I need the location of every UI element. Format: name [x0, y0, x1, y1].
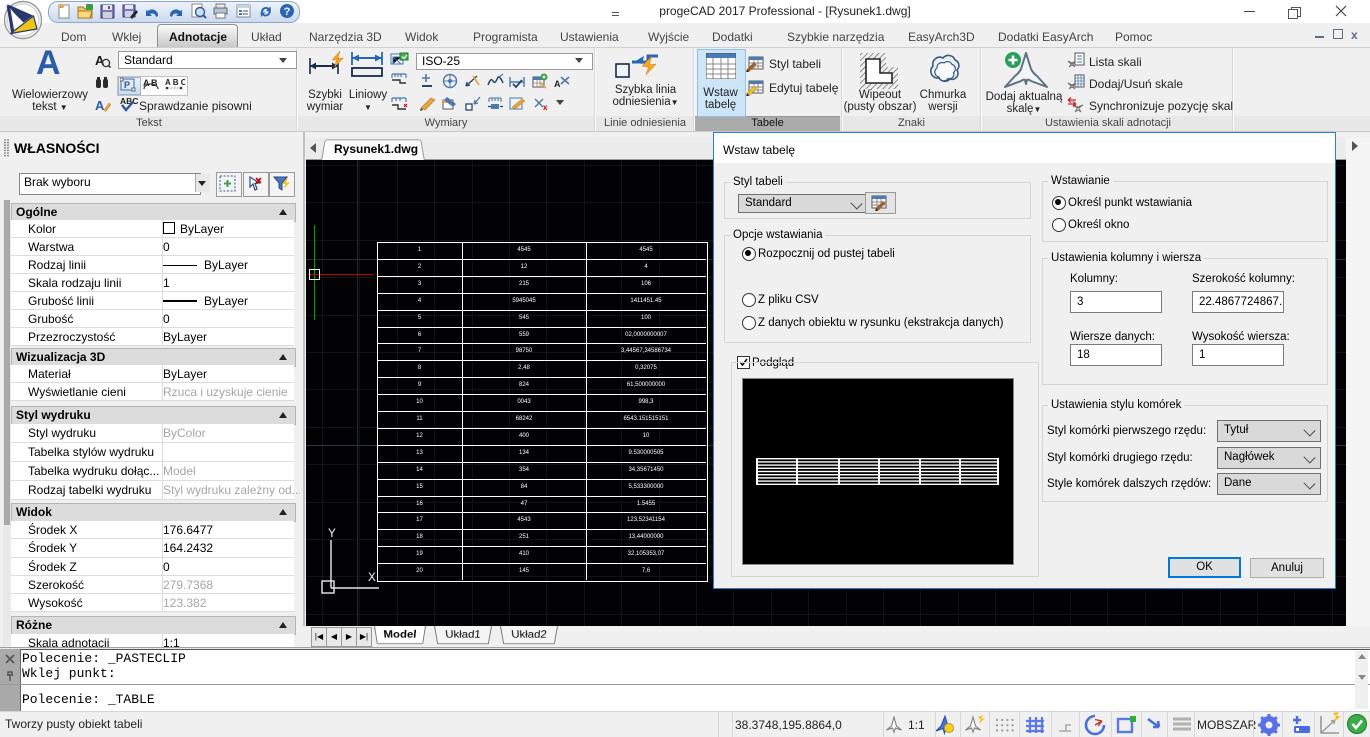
svg-text:A: A [95, 98, 105, 113]
svg-text:A: A [554, 79, 561, 89]
svg-text:Y: Y [328, 526, 336, 541]
svg-text:A B C: A B C [165, 78, 185, 87]
svg-text:P: P [124, 80, 130, 90]
svg-text:X: X [368, 570, 376, 585]
svg-text:x: x [543, 103, 548, 112]
svg-text:?: ? [284, 6, 291, 18]
svg-text:A: A [143, 78, 150, 88]
